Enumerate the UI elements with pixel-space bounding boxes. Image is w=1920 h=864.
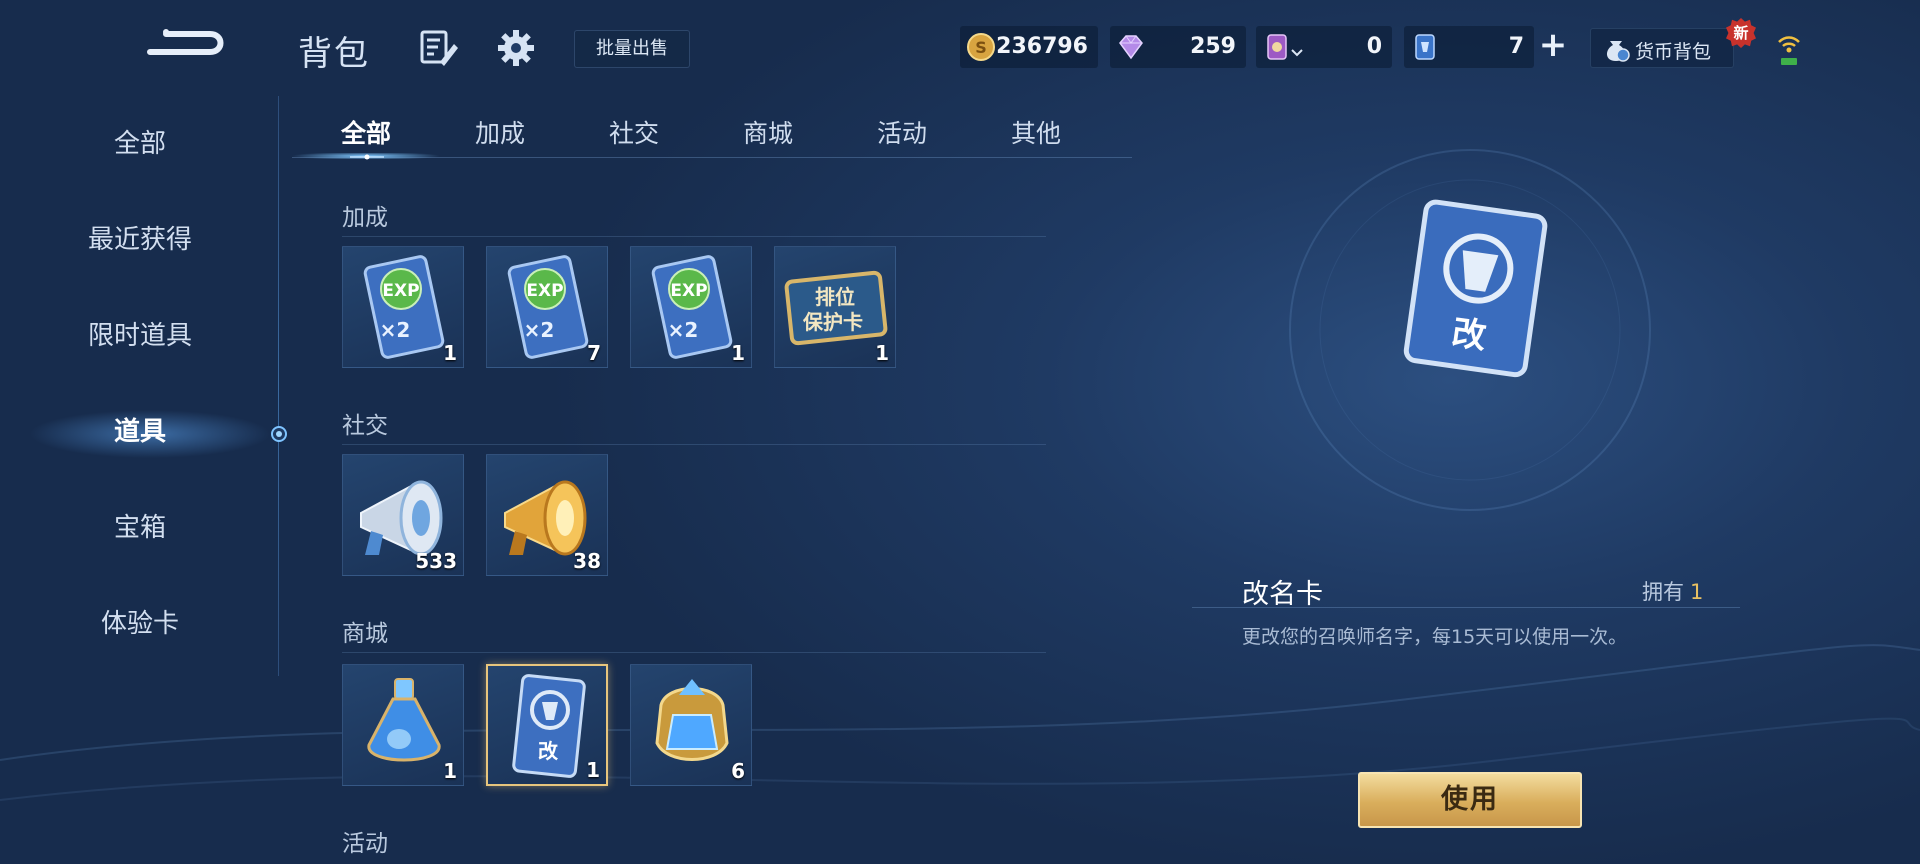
sidebar-item-limited[interactable]: 限时道具 xyxy=(0,306,280,366)
rank-card-text-line2: 保护卡 xyxy=(802,310,863,334)
item-rename-card[interactable]: 改 1 xyxy=(486,664,608,786)
rename-card-char: 改 xyxy=(538,739,559,763)
section-title-events: 活动 xyxy=(342,831,388,857)
item-count: 1 xyxy=(443,341,457,365)
item-blue-crystal[interactable]: 6 xyxy=(630,664,752,786)
coupon-card-icon xyxy=(1267,34,1287,60)
item-exp-card[interactable]: EXP ×2 7 xyxy=(486,246,608,368)
tab-other[interactable]: 其他 xyxy=(976,114,1096,150)
sidebar-item-all[interactable]: 全部 xyxy=(0,114,280,174)
page-title: 背包 xyxy=(298,34,370,74)
svg-text:S: S xyxy=(975,38,987,57)
tab-events[interactable]: 活动 xyxy=(842,114,962,150)
svg-text:EXP: EXP xyxy=(670,281,707,301)
rank-card-text-line1: 排位 xyxy=(815,285,855,309)
item-exp-card[interactable]: EXP ×2 1 xyxy=(342,246,464,368)
tab-store[interactable]: 商城 xyxy=(708,114,828,150)
sidebar-active-dot xyxy=(271,426,287,442)
svg-text:×2: ×2 xyxy=(380,318,411,342)
blue-card-icon xyxy=(1415,34,1435,60)
item-count: 1 xyxy=(875,341,889,365)
use-button[interactable]: 使用 xyxy=(1358,772,1582,828)
money-bag-icon xyxy=(1606,41,1630,62)
section-divider xyxy=(342,236,1046,237)
tab-boost[interactable]: 加成 xyxy=(440,114,560,150)
gold-currency: S 236796 xyxy=(960,26,1098,68)
section-divider xyxy=(342,652,1046,653)
tab-active-indicator xyxy=(350,154,384,160)
svg-text:EXP: EXP xyxy=(526,281,563,301)
section-title-boost: 加成 xyxy=(342,205,388,231)
item-count: 1 xyxy=(586,758,600,782)
sidebar-item-chests[interactable]: 宝箱 xyxy=(0,498,280,558)
owned-count: 拥有 1 xyxy=(1642,576,1703,606)
item-count: 533 xyxy=(415,549,457,573)
item-silver-megaphone[interactable]: 533 xyxy=(342,454,464,576)
tab-social[interactable]: 社交 xyxy=(574,114,694,150)
chevron-down-icon xyxy=(1291,49,1303,57)
top-bar: 背包 批量出售 S 236796 259 0 7 + 货币背包 新 xyxy=(0,0,1920,96)
sidebar-divider xyxy=(278,96,279,676)
network-signal xyxy=(1776,30,1802,70)
item-potion[interactable]: 1 xyxy=(342,664,464,786)
gear-icon xyxy=(498,30,534,66)
item-count: 1 xyxy=(731,341,745,365)
diamond-icon xyxy=(1119,35,1143,60)
edit-list-icon xyxy=(420,30,458,66)
detail-divider xyxy=(1192,607,1740,608)
item-gold-megaphone[interactable]: 38 xyxy=(486,454,608,576)
sidebar-item-recent[interactable]: 最近获得 xyxy=(0,210,280,270)
item-count: 6 xyxy=(731,759,745,783)
card-currency: 7 xyxy=(1404,26,1534,68)
currency-wallet-label: 货币背包 xyxy=(1635,41,1712,63)
item-rank-protection-card[interactable]: 排位 保护卡 1 xyxy=(774,246,896,368)
diamond-amount: 259 xyxy=(1190,34,1236,59)
section-title-social: 社交 xyxy=(342,413,388,439)
selected-item-artwork: 改 xyxy=(1403,199,1548,378)
bulk-sell-button[interactable]: 批量出售 xyxy=(574,30,690,68)
back-arrow-icon xyxy=(147,29,224,55)
settings-button[interactable] xyxy=(496,28,536,68)
item-name: 改名卡 xyxy=(1242,579,1323,610)
svg-text:×2: ×2 xyxy=(524,318,555,342)
owned-number: 1 xyxy=(1690,580,1704,604)
back-button[interactable] xyxy=(140,22,230,66)
item-count: 38 xyxy=(573,549,601,573)
svg-text:EXP: EXP xyxy=(382,281,419,301)
svg-text:×2: ×2 xyxy=(668,318,699,342)
wifi-signal-icon xyxy=(1778,36,1800,65)
owned-label: 拥有 xyxy=(1642,580,1684,604)
section-title-store: 商城 xyxy=(342,621,388,647)
item-count: 1 xyxy=(443,759,457,783)
item-exp-card[interactable]: EXP ×2 1 xyxy=(630,246,752,368)
detail-art-char: 改 xyxy=(1449,313,1488,357)
section-divider xyxy=(342,444,1046,445)
gold-coin-icon: S xyxy=(967,33,995,61)
item-count: 7 xyxy=(587,341,601,365)
sidebar-item-props[interactable]: 道具 xyxy=(0,402,280,462)
sidebar-item-trial-cards[interactable]: 体验卡 xyxy=(0,594,280,654)
coupon-currency[interactable]: 0 xyxy=(1256,26,1392,68)
card-amount: 7 xyxy=(1508,34,1524,59)
add-currency-button[interactable]: + xyxy=(1538,28,1568,62)
currency-wallet-button[interactable]: 货币背包 xyxy=(1590,28,1734,68)
diamond-currency: 259 xyxy=(1110,26,1246,68)
tab-all[interactable]: 全部 xyxy=(306,114,426,150)
gold-amount: 236796 xyxy=(996,34,1088,59)
coupon-amount: 0 xyxy=(1366,34,1382,59)
edit-button[interactable] xyxy=(418,28,460,68)
item-description: 更改您的召唤师名字，每15天可以使用一次。 xyxy=(1242,626,1628,648)
